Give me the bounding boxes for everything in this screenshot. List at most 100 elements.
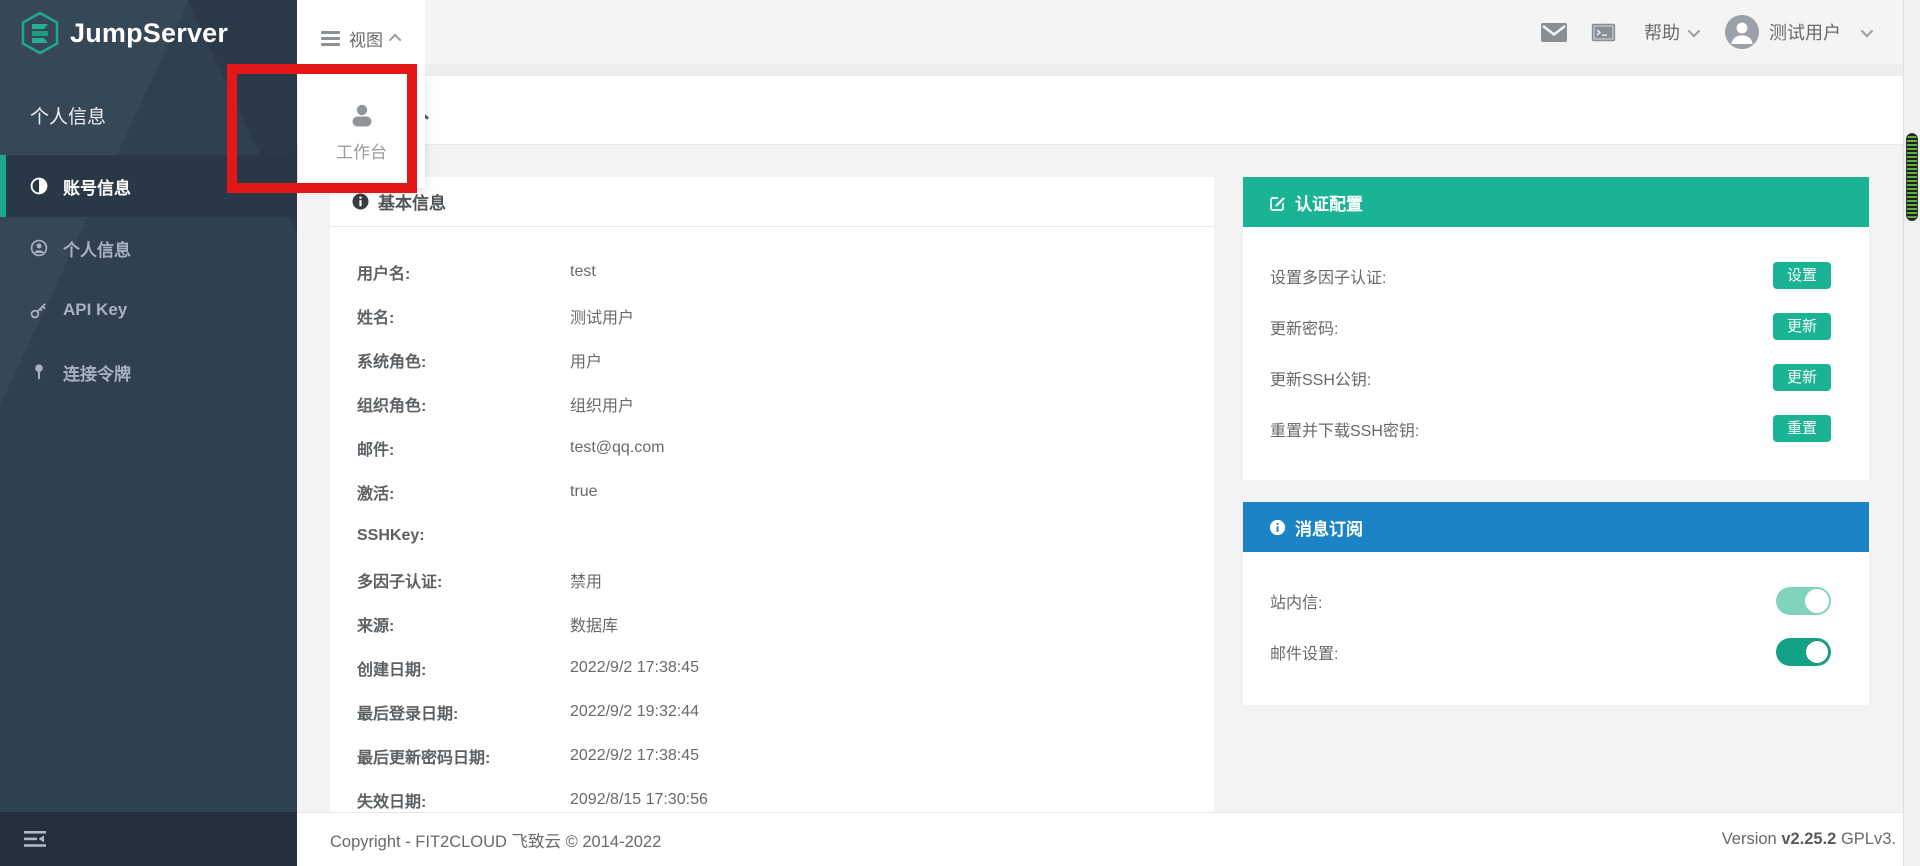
sidebar-item-account-info[interactable]: 账号信息 [0, 155, 297, 217]
user-menu[interactable]: 测试用户 [1769, 19, 1874, 45]
sidebar-item-label: API Key [63, 300, 128, 319]
sidebar-item-api-key[interactable]: API Key [0, 279, 297, 341]
view-dropdown-panel: 工作台 [298, 76, 425, 188]
field-row: 姓名: 测试用户 [357, 294, 1184, 338]
auth-row: 更新密码: 更新 [1243, 301, 1869, 352]
logo-text: JumpServer [70, 17, 229, 48]
copyright-text: Copyright - FIT2CLOUD 飞致云 © 2014-2022 [330, 832, 662, 851]
auth-config-card: 认证配置 设置多因子认证: 设置 更新密码: 更新 更新SSH公钥: 更新 重置… [1243, 177, 1869, 480]
mail-icon[interactable] [1541, 22, 1567, 42]
field-label: 用户名: [357, 266, 411, 283]
chevron-up-icon [388, 33, 402, 46]
page-header-band [297, 76, 1903, 145]
chevron-down-icon [1687, 24, 1701, 37]
sidebar-item-personal-info[interactable]: 个人信息 [0, 217, 297, 279]
sidebar-item-label: 个人信息 [63, 240, 131, 260]
navbar-right: 帮助 测试用户 [1541, 0, 1874, 64]
sidebar: JumpServer 个人信息 账号信息 个人信息 API Key 连接令牌 [0, 0, 297, 866]
auth-row: 设置多因子认证: 设置 [1243, 250, 1869, 301]
set-mfa-button[interactable]: 设置 [1772, 262, 1831, 289]
field-row: 失效日期: 2092/8/15 17:30:56 [357, 778, 1184, 812]
field-value: test [570, 263, 596, 280]
key-icon [30, 301, 48, 319]
field-value: test@qq.com [570, 439, 665, 456]
auth-row: 更新SSH公钥: 更新 [1243, 352, 1869, 403]
field-row: 来源: 数据库 [357, 602, 1184, 646]
field-value: true [570, 483, 598, 500]
field-label: 最后登录日期: [357, 706, 459, 723]
field-value: 2022/9/2 19:32:44 [570, 703, 700, 720]
card-title: 认证配置 [1295, 194, 1363, 214]
subscription-rows: 站内信: 邮件设置: [1243, 552, 1869, 677]
auth-row: 重置并下载SSH密钥: 重置 [1243, 403, 1869, 454]
subscription-card: 消息订阅 站内信: 邮件设置: [1243, 502, 1869, 705]
auth-row-label: 重置并下载SSH密钥: [1270, 422, 1420, 440]
basic-info-fields: 用户名: test 姓名: 测试用户 系统角色: 用户 组织角色: 组织用户 邮件: te… [330, 227, 1214, 812]
field-label: 最后更新密码日期: [357, 750, 491, 767]
field-label: 激活: [357, 486, 395, 503]
sidebar-item-connection-token[interactable]: 连接令牌 [0, 341, 297, 403]
collapse-sidebar-icon[interactable] [23, 829, 47, 849]
field-row: 用户名: test [357, 250, 1184, 294]
field-label: 来源: [357, 618, 395, 635]
content: 基本信息 用户名: test 姓名: 测试用户 系统角色: 用户 组织角色: 组织用户 … [297, 146, 1903, 812]
field-value: 2092/8/15 17:30:56 [570, 791, 708, 808]
workbench-label: 工作台 [336, 143, 387, 162]
view-menu-button[interactable]: 视图 [297, 0, 425, 76]
auth-row-label: 更新SSH公钥: [1270, 371, 1372, 389]
field-value: 2022/9/2 17:38:45 [570, 747, 700, 764]
sidebar-item-label: 账号信息 [63, 178, 131, 198]
update-ssh-key-button[interactable]: 更新 [1772, 364, 1831, 391]
subscription-row: 站内信: [1243, 575, 1869, 626]
card-title: 基本信息 [378, 194, 446, 213]
email-settings-toggle[interactable] [1776, 637, 1831, 666]
field-label: 组织角色: [357, 398, 427, 415]
field-value: 用户 [570, 354, 603, 371]
field-label: 系统角色: [357, 354, 427, 371]
field-row: 多因子认证: 禁用 [357, 558, 1184, 602]
subscription-row-label: 站内信: [1270, 594, 1323, 612]
subscription-row: 邮件设置: [1243, 626, 1869, 677]
field-value: 2022/9/2 17:38:45 [570, 659, 700, 676]
workbench-menu-item[interactable]: 工作台 [336, 101, 387, 163]
hamburger-icon [321, 28, 340, 49]
field-value: 数据库 [570, 618, 619, 635]
sidebar-item-label: 连接令牌 [63, 364, 131, 384]
scrollbar-thumb[interactable] [1906, 133, 1918, 221]
field-row: SSHKey: [357, 514, 1184, 558]
info-circle-icon [1269, 519, 1286, 536]
username-label: 测试用户 [1769, 23, 1841, 43]
card-title: 消息订阅 [1295, 519, 1363, 539]
sidebar-section-title: 个人信息 [30, 107, 107, 128]
field-label: 失效日期: [357, 794, 427, 811]
logo[interactable]: JumpServer [0, 0, 297, 66]
field-row: 邮件: test@qq.com [357, 426, 1184, 470]
auth-config-card-header: 认证配置 [1243, 177, 1869, 227]
reset-ssh-key-button[interactable]: 重置 [1772, 415, 1831, 442]
field-row: 激活: true [357, 470, 1184, 514]
field-label: SSHKey: [357, 527, 425, 544]
user-avatar[interactable] [1725, 15, 1759, 49]
field-value: 组织用户 [570, 398, 635, 415]
site-message-toggle[interactable] [1776, 586, 1831, 615]
field-label: 姓名: [357, 310, 395, 327]
user-circle-icon [30, 239, 48, 257]
help-label: 帮助 [1644, 23, 1680, 43]
subscription-row-label: 邮件设置: [1270, 645, 1339, 663]
update-password-button[interactable]: 更新 [1772, 313, 1831, 340]
field-label: 创建日期: [357, 662, 427, 679]
scrollbar[interactable] [1903, 0, 1920, 866]
web-terminal-icon[interactable] [1591, 23, 1616, 42]
basic-info-card-header: 基本信息 [330, 177, 1214, 227]
edit-icon [1269, 194, 1286, 211]
field-label: 多因子认证: [357, 574, 443, 591]
jumpserver-screen: JumpServer 个人信息 账号信息 个人信息 API Key 连接令牌 视… [0, 0, 1920, 866]
help-menu[interactable]: 帮助 [1644, 19, 1701, 45]
field-value: 测试用户 [570, 310, 635, 327]
person-icon [348, 101, 376, 129]
field-row: 最后登录日期: 2022/9/2 19:32:44 [357, 690, 1184, 734]
jumpserver-logo-icon [20, 11, 60, 55]
auth-config-rows: 设置多因子认证: 设置 更新密码: 更新 更新SSH公钥: 更新 重置并下载SS… [1243, 227, 1869, 454]
adjust-icon [30, 177, 48, 195]
pin-icon [30, 363, 48, 381]
